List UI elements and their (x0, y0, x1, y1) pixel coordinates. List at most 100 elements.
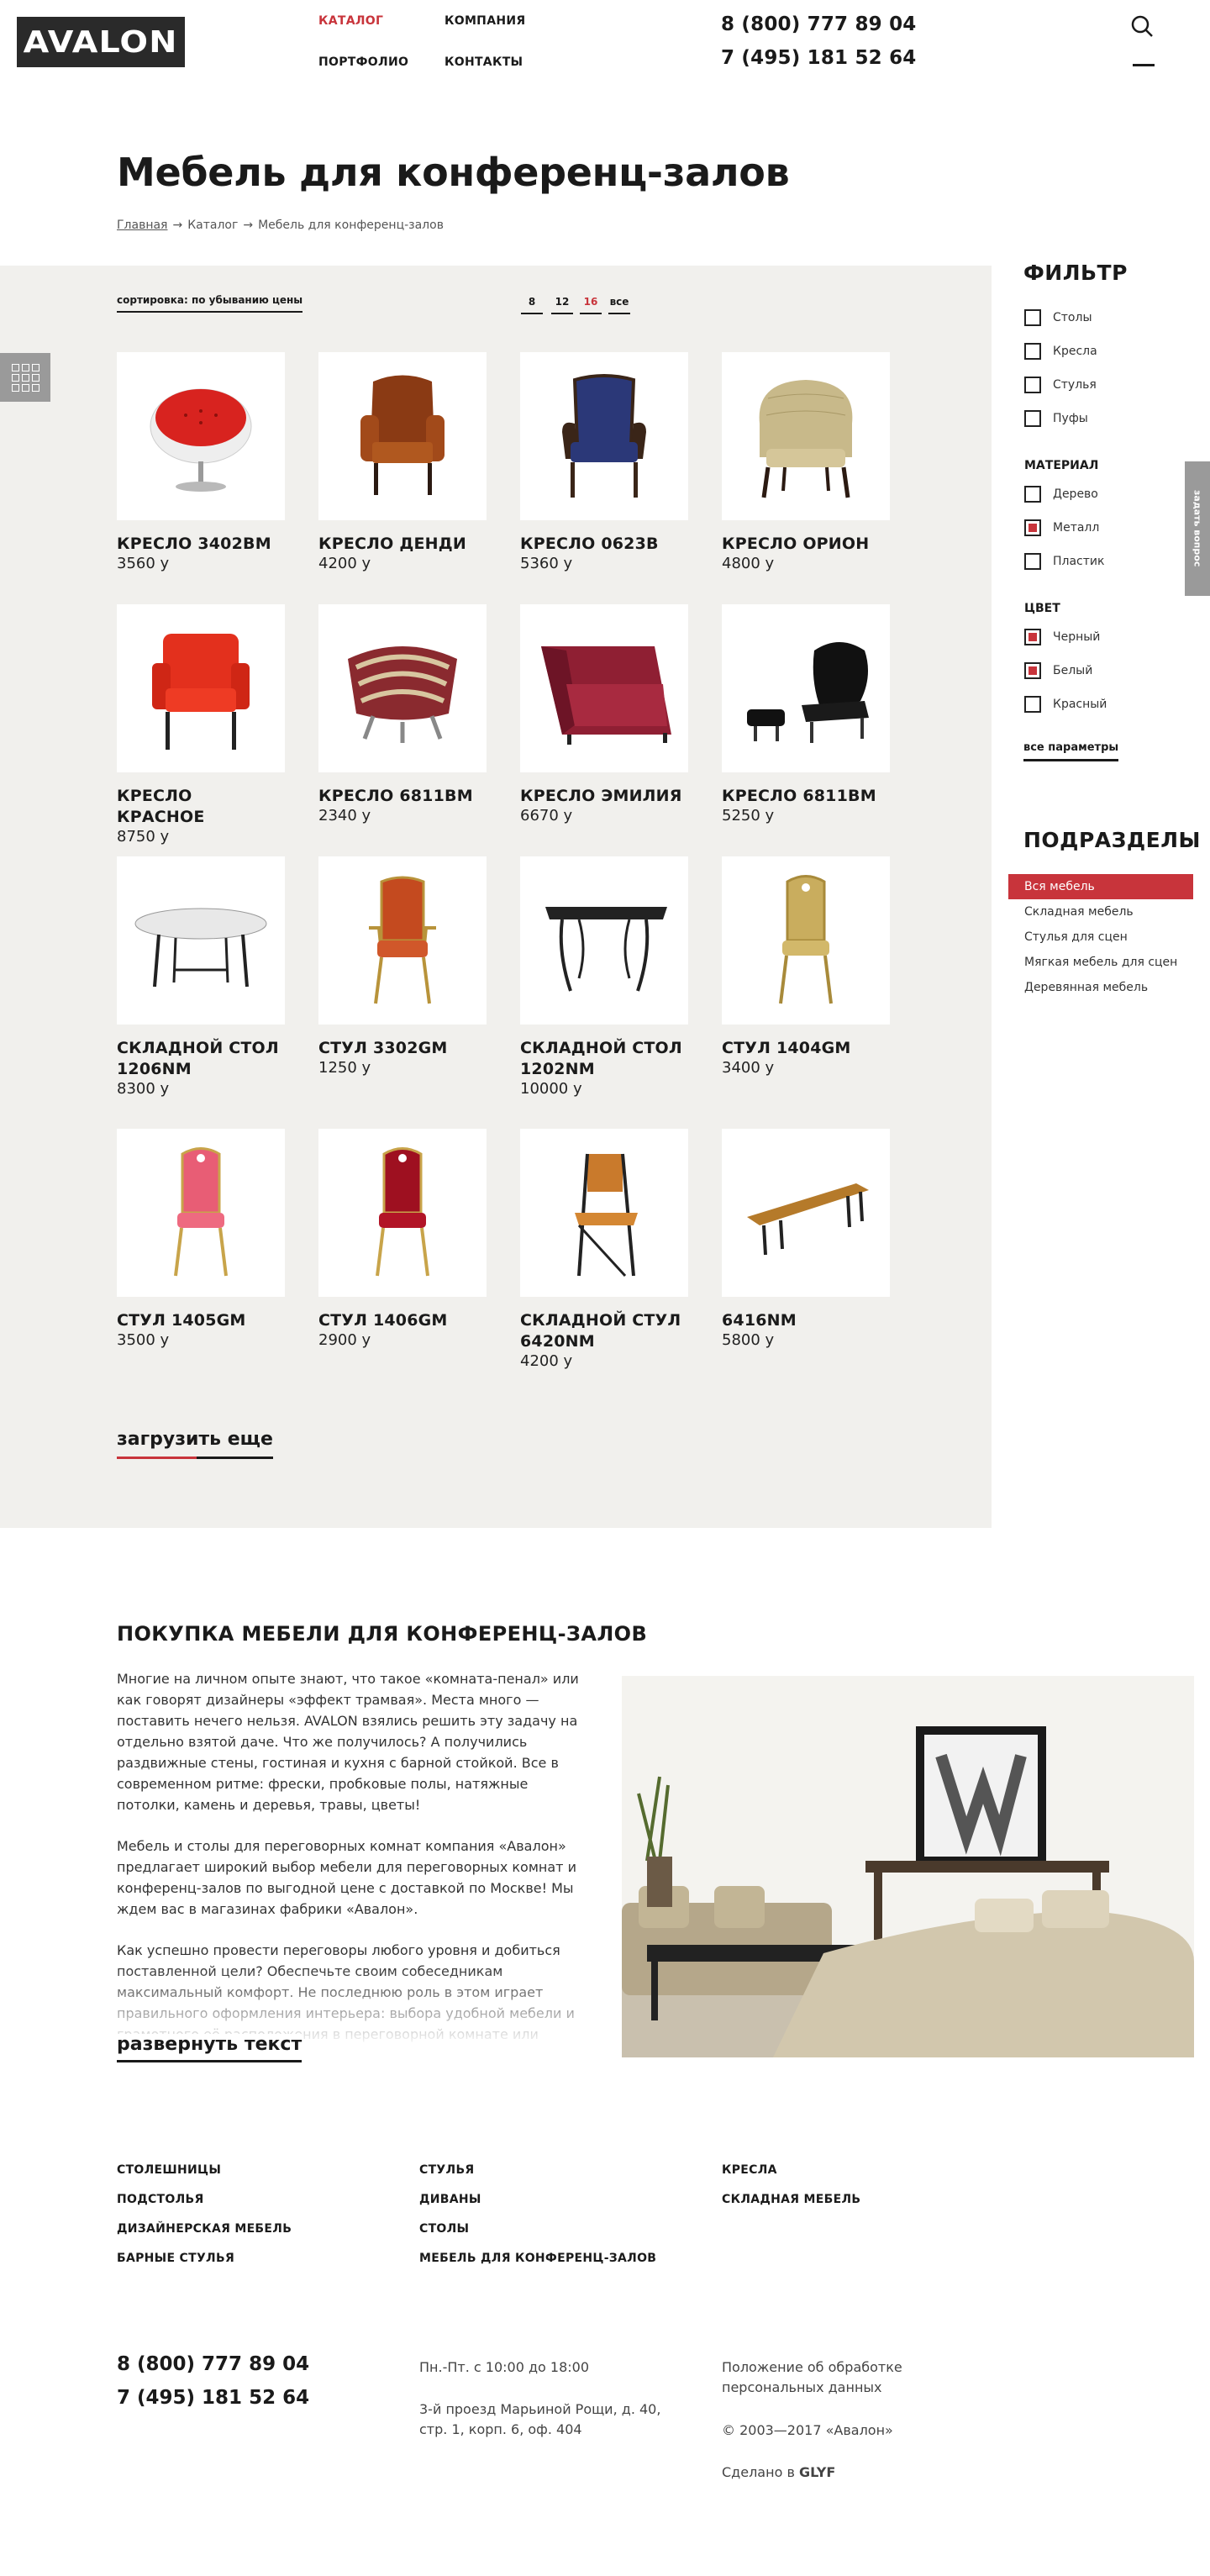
checkbox[interactable] (1024, 696, 1041, 713)
product-image[interactable] (117, 1129, 285, 1297)
product-name[interactable]: КРЕСЛО ОРИОН (722, 534, 890, 555)
product-card[interactable]: КРЕСЛО ЭМИЛИЯ 6670 у (520, 604, 688, 825)
nav-portfolio[interactable]: ПОРТФОЛИО (318, 55, 408, 69)
all-params-link[interactable]: все параметры (1023, 741, 1119, 761)
menu-icon[interactable] (1133, 64, 1155, 66)
filter-color-black[interactable]: Черный (1024, 629, 1100, 645)
checkbox[interactable] (1024, 662, 1041, 679)
filter-color-red[interactable]: Красный (1024, 696, 1107, 713)
filter-material-wood[interactable]: Дерево (1024, 486, 1098, 503)
product-card[interactable]: СКЛАДНОЙ СТОЛ 1202NM 10000 у (520, 856, 688, 1098)
expand-text-button[interactable]: развернуть текст (117, 2034, 302, 2062)
product-image[interactable] (318, 1129, 487, 1297)
product-name[interactable]: КРЕСЛО ЭМИЛИЯ (520, 786, 688, 807)
product-card[interactable]: КРЕСЛО ОРИОН 4800 у (722, 352, 890, 573)
product-name[interactable]: СКЛАДНОЙ СТОЛ 1206NM (117, 1038, 285, 1080)
checkbox[interactable] (1024, 629, 1041, 645)
footer-link[interactable]: ДИЗАЙНЕРСКАЯ МЕБЕЛЬ (117, 2222, 292, 2236)
product-image[interactable] (117, 352, 285, 520)
checkbox[interactable] (1024, 309, 1041, 326)
product-name[interactable]: КРЕСЛО 0623B (520, 534, 688, 555)
product-name[interactable]: КРЕСЛО 3402BM (117, 534, 285, 555)
product-name[interactable]: КРЕСЛО 6811BM (722, 786, 890, 807)
footer-link[interactable]: МЕБЕЛЬ ДЛЯ КОНФЕРЕНЦ-ЗАЛОВ (419, 2252, 656, 2265)
per-page-8[interactable]: 8 (521, 296, 543, 314)
nav-company[interactable]: КОМПАНИЯ (445, 14, 525, 28)
product-image[interactable] (722, 1129, 890, 1297)
footer-link[interactable]: БАРНЫЕ СТУЛЬЯ (117, 2252, 234, 2265)
sort-dropdown[interactable]: сортировка: по убыванию цены (117, 294, 303, 313)
footer-phone-2[interactable]: 7 (495) 181 52 64 (117, 2387, 309, 2409)
product-name[interactable]: СТУЛ 1406GM (318, 1310, 487, 1331)
breadcrumb-home[interactable]: Главная (117, 219, 167, 232)
product-card[interactable]: СТУЛ 1405GM 3500 у (117, 1129, 285, 1350)
footer-phone-1[interactable]: 8 (800) 777 89 04 (117, 2353, 309, 2375)
footer-link[interactable]: КРЕСЛА (722, 2163, 777, 2177)
nav-catalog[interactable]: КАТАЛОГ (318, 14, 383, 28)
per-page-all[interactable]: все (608, 296, 630, 314)
checkbox[interactable] (1024, 519, 1041, 536)
product-name[interactable]: СКЛАДНОЙ СТУЛ 6420NM (520, 1310, 688, 1352)
product-card[interactable]: СТУЛ 3302GM 1250 у (318, 856, 487, 1077)
filter-color-white[interactable]: Белый (1024, 662, 1092, 679)
footer-link[interactable]: СТУЛЬЯ (419, 2163, 475, 2177)
subsection-folding[interactable]: Складная мебель (1008, 899, 1193, 925)
product-image[interactable] (520, 604, 688, 772)
breadcrumb-catalog[interactable]: Каталог (187, 219, 238, 232)
footer-link[interactable]: ДИВАНЫ (419, 2193, 481, 2206)
product-name[interactable]: СТУЛ 1404GM (722, 1038, 890, 1059)
header-phone-2[interactable]: 7 (495) 181 52 64 (721, 47, 917, 69)
product-name[interactable]: КРЕСЛО 6811BM (318, 786, 487, 807)
product-card[interactable]: 6416NM 5800 у (722, 1129, 890, 1350)
product-name[interactable]: СКЛАДНОЙ СТОЛ 1202NM (520, 1038, 688, 1080)
header-phone-1[interactable]: 8 (800) 777 89 04 (721, 13, 917, 35)
load-more-button[interactable]: загрузить еще (117, 1429, 273, 1459)
checkbox[interactable] (1024, 410, 1041, 427)
product-name[interactable]: СТУЛ 1405GM (117, 1310, 285, 1331)
footer-link[interactable]: СТОЛЕШНИЦЫ (117, 2163, 221, 2177)
nav-contacts[interactable]: КОНТАКТЫ (445, 55, 523, 69)
product-image[interactable] (520, 1129, 688, 1297)
checkbox[interactable] (1024, 343, 1041, 360)
checkbox[interactable] (1024, 486, 1041, 503)
product-image[interactable] (722, 604, 890, 772)
product-card[interactable]: СКЛАДНОЙ СТОЛ 1206NM 8300 у (117, 856, 285, 1098)
filter-type-armchairs[interactable]: Кресла (1024, 343, 1097, 360)
ask-question-tab[interactable]: задать вопрос (1185, 461, 1210, 596)
footer-link[interactable]: СТОЛЫ (419, 2222, 469, 2236)
subsection-all[interactable]: Вся мебель (1008, 874, 1193, 899)
product-card[interactable]: КРЕСЛО КРАСНОЕ 8750 у (117, 604, 285, 846)
product-name[interactable]: 6416NM (722, 1310, 890, 1331)
filter-type-chairs[interactable]: Стулья (1024, 377, 1097, 393)
subsection-soft-stage[interactable]: Мягкая мебель для сцен (1008, 950, 1193, 975)
filter-type-poufs[interactable]: Пуфы (1024, 410, 1088, 427)
product-image[interactable] (117, 856, 285, 1025)
product-card[interactable]: КРЕСЛО 6811BM 2340 у (318, 604, 487, 825)
product-card[interactable]: КРЕСЛО 0623B 5360 у (520, 352, 688, 573)
footer-link[interactable]: ПОДСТОЛЬЯ (117, 2193, 204, 2206)
product-card[interactable]: СТУЛ 1406GM 2900 у (318, 1129, 487, 1350)
product-image[interactable] (318, 604, 487, 772)
checkbox[interactable] (1024, 553, 1041, 570)
product-image[interactable] (318, 352, 487, 520)
per-page-16[interactable]: 16 (580, 296, 602, 314)
product-card[interactable]: СТУЛ 1404GM 3400 у (722, 856, 890, 1077)
product-name[interactable]: КРЕСЛО ДЕНДИ (318, 534, 487, 555)
filter-material-metal[interactable]: Металл (1024, 519, 1099, 536)
product-card[interactable]: СКЛАДНОЙ СТУЛ 6420NM 4200 у (520, 1129, 688, 1371)
privacy-link[interactable]: Положение об обработке персональных данн… (722, 2357, 932, 2398)
product-name[interactable]: КРЕСЛО КРАСНОЕ (117, 786, 285, 828)
product-image[interactable] (318, 856, 487, 1025)
product-name[interactable]: СТУЛ 3302GM (318, 1038, 487, 1059)
product-image[interactable] (520, 352, 688, 520)
checkbox[interactable] (1024, 377, 1041, 393)
product-image[interactable] (722, 856, 890, 1025)
grid-view-icon[interactable] (0, 353, 50, 402)
per-page-12[interactable]: 12 (551, 296, 573, 314)
logo[interactable]: AVALON (17, 17, 185, 67)
made-by-link[interactable]: GLYF (799, 2464, 835, 2480)
filter-material-plastic[interactable]: Пластик (1024, 553, 1104, 570)
subsection-stage-chairs[interactable]: Стулья для сцен (1008, 925, 1193, 950)
footer-link[interactable]: СКЛАДНАЯ МЕБЕЛЬ (722, 2193, 860, 2206)
search-icon[interactable] (1129, 13, 1155, 39)
